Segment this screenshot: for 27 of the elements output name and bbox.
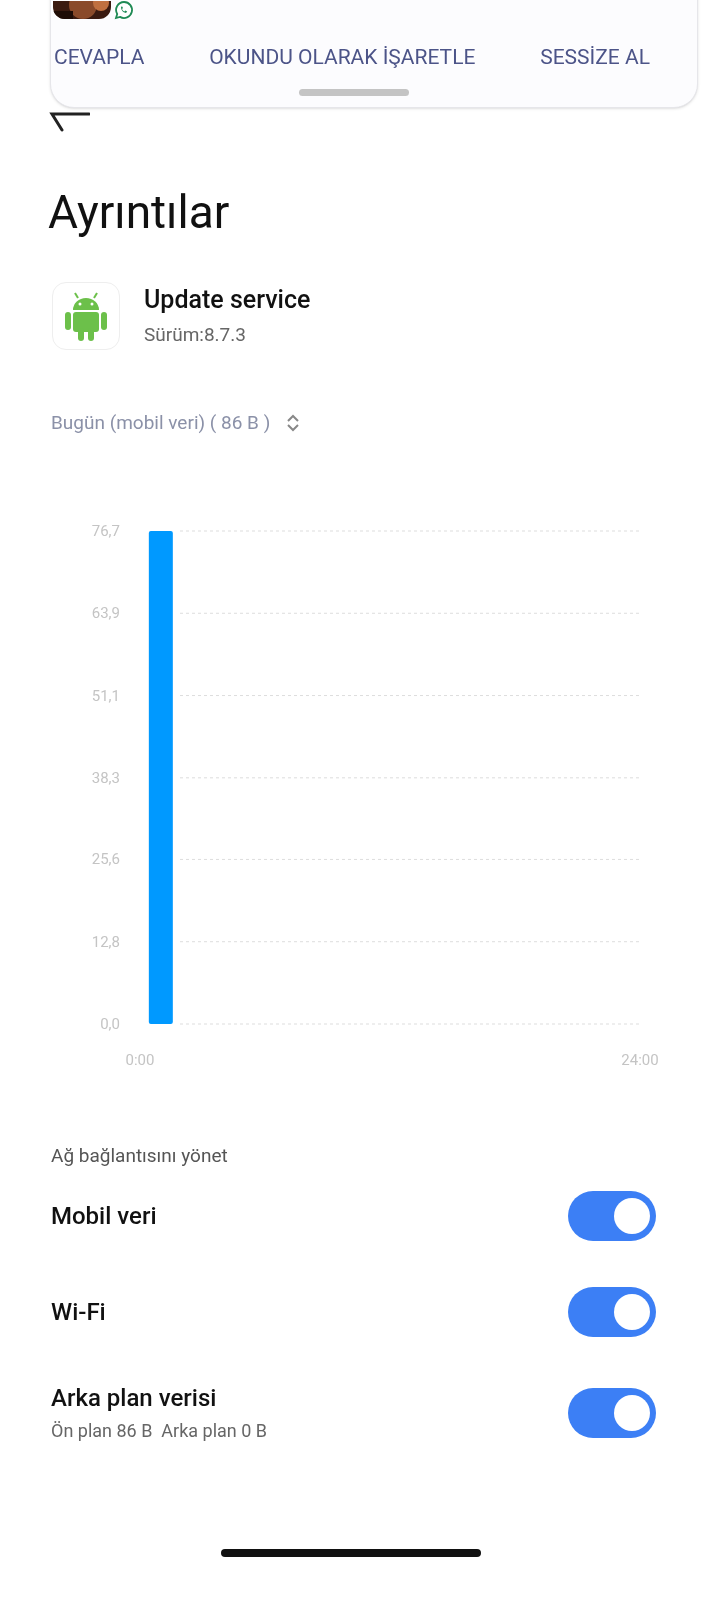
up-down-chevron-icon xyxy=(286,413,301,433)
axis-tick-label: 76,7 xyxy=(91,522,120,540)
notification-action[interactable]: CEVAPLA xyxy=(53,43,146,71)
app-name: Update service xyxy=(144,285,311,315)
axis-tick-label: 12,8 xyxy=(91,932,120,951)
setting-label: Wi-Fi xyxy=(51,1297,106,1327)
toggle-switch[interactable] xyxy=(568,1388,656,1438)
chat-app-icon xyxy=(113,0,135,21)
app-version: Sürüm:8.7.3 xyxy=(144,323,247,347)
drag-handle[interactable] xyxy=(299,89,409,96)
notification-action[interactable]: SESSİZE AL xyxy=(539,43,651,71)
setting-detail: Ön plan 86 B Arka plan 0 B xyxy=(51,1419,267,1443)
axis-tick-label: 0:00 xyxy=(125,1051,155,1069)
axis-tick-label: 51,1 xyxy=(91,686,120,705)
setting-label: Arka plan verisi xyxy=(51,1383,218,1413)
axis-tick-label: 0,0 xyxy=(100,1015,120,1033)
axis-tick-label: 38,3 xyxy=(91,768,120,787)
setting-label: Mobil veri xyxy=(51,1201,157,1231)
toggle-switch[interactable] xyxy=(568,1191,656,1241)
app-icon xyxy=(52,282,120,350)
notification-action[interactable]: OKUNDU OLARAK İŞARETLE xyxy=(208,43,477,71)
toggle-switch[interactable] xyxy=(568,1287,656,1337)
section-label: Ağ bağlantısını yönet xyxy=(50,1143,229,1169)
axis-tick-label: 24:00 xyxy=(621,1051,659,1069)
page-title: Ayrıntılar xyxy=(48,184,231,240)
axis-tick-label: 63,9 xyxy=(91,604,120,623)
axis-tick-label: 25,6 xyxy=(91,850,120,869)
